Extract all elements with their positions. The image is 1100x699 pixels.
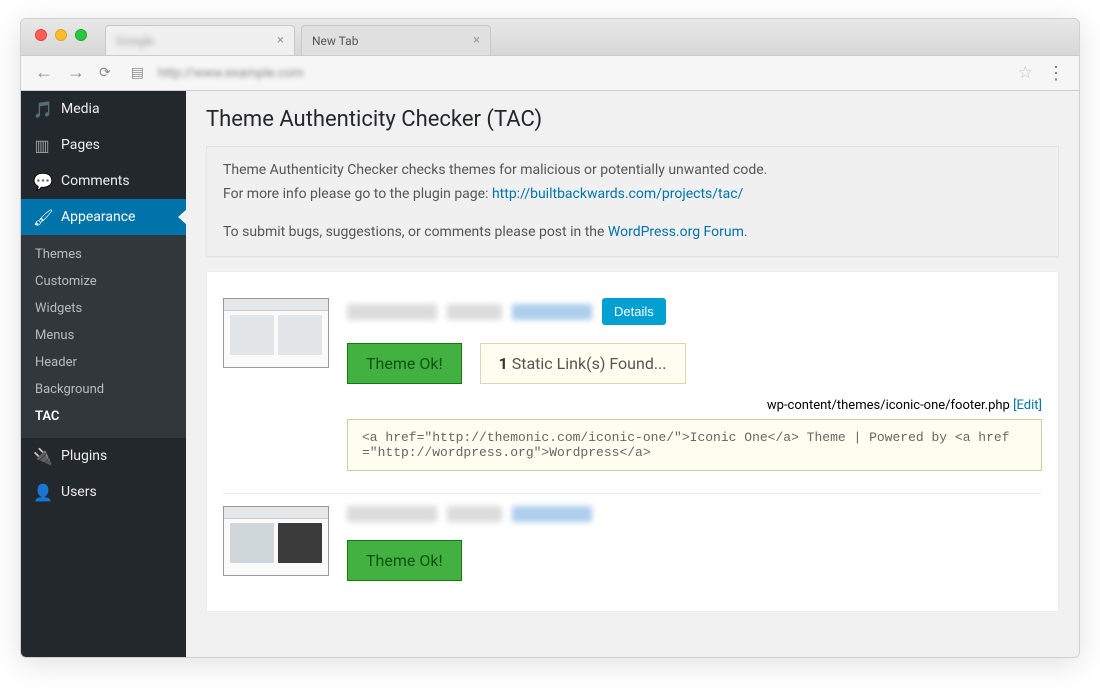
close-window-icon[interactable] <box>35 29 47 41</box>
theme-thumbnail <box>223 298 329 368</box>
theme-meta: Details <box>347 298 1042 325</box>
sidebar-item-appearance[interactable]: 🖌 Appearance <box>21 199 186 235</box>
appearance-submenu: Themes Customize Widgets Menus Header Ba… <box>21 235 186 438</box>
submenu-background[interactable]: Background <box>21 376 186 403</box>
tac-notice-box: Theme Authenticity Checker checks themes… <box>206 146 1059 257</box>
status-ok-badge: Theme Ok! <box>347 540 462 581</box>
tab-title: New Tab <box>312 34 473 48</box>
theme-author-blurred <box>512 506 592 522</box>
theme-details: Theme Ok! <box>347 506 1042 581</box>
theme-version-blurred <box>447 506 502 522</box>
close-tab-icon[interactable]: × <box>277 33 284 48</box>
browser-tab-active[interactable]: Google × <box>105 25 295 55</box>
sidebar-item-media[interactable]: 🎵 Media <box>21 91 186 127</box>
brush-icon: 🖌 <box>33 208 51 227</box>
plugin-icon: 🔌 <box>33 447 51 466</box>
submenu-customize[interactable]: Customize <box>21 268 186 295</box>
back-icon[interactable]: ← <box>35 64 53 82</box>
submenu-tac[interactable]: TAC <box>21 403 186 430</box>
status-row: Theme Ok! <box>347 540 1042 581</box>
minimize-window-icon[interactable] <box>55 29 67 41</box>
media-icon: 🎵 <box>33 100 51 119</box>
theme-thumbnail <box>223 506 329 576</box>
themes-panel: Details Theme Ok! 1 Static Link(s) Found… <box>206 271 1059 612</box>
submenu-menus[interactable]: Menus <box>21 322 186 349</box>
browser-toolbar: ← → ⟳ ▤ http://www.example.com ☆ ⋮ <box>21 55 1079 91</box>
theme-row: Details Theme Ok! 1 Static Link(s) Found… <box>223 286 1042 494</box>
page-icon: ▤ <box>131 66 144 80</box>
theme-name-blurred <box>347 506 437 522</box>
sidebar-label: Media <box>61 101 100 117</box>
address-bar[interactable]: http://www.example.com <box>158 66 1004 80</box>
theme-meta <box>347 506 1042 522</box>
plugin-page-link[interactable]: http://builtbackwards.com/projects/tac/ <box>492 186 743 202</box>
submenu-header[interactable]: Header <box>21 349 186 376</box>
sidebar-label: Appearance <box>61 209 135 225</box>
theme-row: Theme Ok! <box>223 494 1042 581</box>
code-snippet-box: <a href="http://themonic.com/iconic-one/… <box>347 419 1042 471</box>
browser-window: Google × New Tab × ← → ⟳ ▤ http://www.ex… <box>20 18 1080 658</box>
submenu-themes[interactable]: Themes <box>21 241 186 268</box>
sidebar-item-pages[interactable]: ▥ Pages <box>21 127 186 163</box>
notice-line-2: For more info please go to the plugin pa… <box>223 183 1042 207</box>
comment-icon: 💬 <box>33 172 51 191</box>
submenu-widgets[interactable]: Widgets <box>21 295 186 322</box>
theme-version-blurred <box>447 304 502 320</box>
forward-icon[interactable]: → <box>67 64 85 82</box>
static-links-warning: 1 Static Link(s) Found... <box>480 343 686 384</box>
notice-line-3: To submit bugs, suggestions, or comments… <box>223 221 1042 245</box>
user-icon: 👤 <box>33 483 51 502</box>
sidebar-label: Plugins <box>61 448 107 464</box>
reload-icon[interactable]: ⟳ <box>99 66 111 80</box>
close-tab-icon[interactable]: × <box>473 33 480 48</box>
sidebar-label: Comments <box>61 173 130 189</box>
theme-author-blurred <box>512 304 592 320</box>
forum-link[interactable]: WordPress.org Forum <box>608 224 744 240</box>
page-icon: ▥ <box>33 136 51 155</box>
theme-name-blurred <box>347 304 437 320</box>
details-button[interactable]: Details <box>602 298 666 325</box>
sidebar-label: Users <box>61 484 97 500</box>
browser-tabbar: Google × New Tab × <box>21 19 1079 55</box>
tab-title: Google <box>116 34 277 48</box>
browser-tab-new[interactable]: New Tab × <box>301 25 491 55</box>
sidebar-label: Pages <box>61 137 100 153</box>
admin-sidebar: 🎵 Media ▥ Pages 💬 Comments 🖌 Appearance … <box>21 91 186 657</box>
window-controls <box>21 19 99 41</box>
page-title: Theme Authenticity Checker (TAC) <box>206 107 1059 132</box>
wordpress-admin: 🎵 Media ▥ Pages 💬 Comments 🖌 Appearance … <box>21 91 1079 657</box>
sidebar-item-plugins[interactable]: 🔌 Plugins <box>21 438 186 474</box>
sidebar-item-users[interactable]: 👤 Users <box>21 474 186 510</box>
status-ok-badge: Theme Ok! <box>347 343 462 384</box>
sidebar-item-comments[interactable]: 💬 Comments <box>21 163 186 199</box>
admin-content: Theme Authenticity Checker (TAC) Theme A… <box>186 91 1079 657</box>
maximize-window-icon[interactable] <box>75 29 87 41</box>
edit-file-link[interactable]: [Edit] <box>1013 398 1042 413</box>
bookmark-star-icon[interactable]: ☆ <box>1018 63 1033 83</box>
browser-menu-icon[interactable]: ⋮ <box>1047 63 1065 84</box>
theme-details: Details Theme Ok! 1 Static Link(s) Found… <box>347 298 1042 471</box>
notice-line-1: Theme Authenticity Checker checks themes… <box>223 159 1042 183</box>
status-row: Theme Ok! 1 Static Link(s) Found... <box>347 343 1042 384</box>
file-link-row: wp-content/themes/iconic-one/footer.php … <box>347 398 1042 413</box>
